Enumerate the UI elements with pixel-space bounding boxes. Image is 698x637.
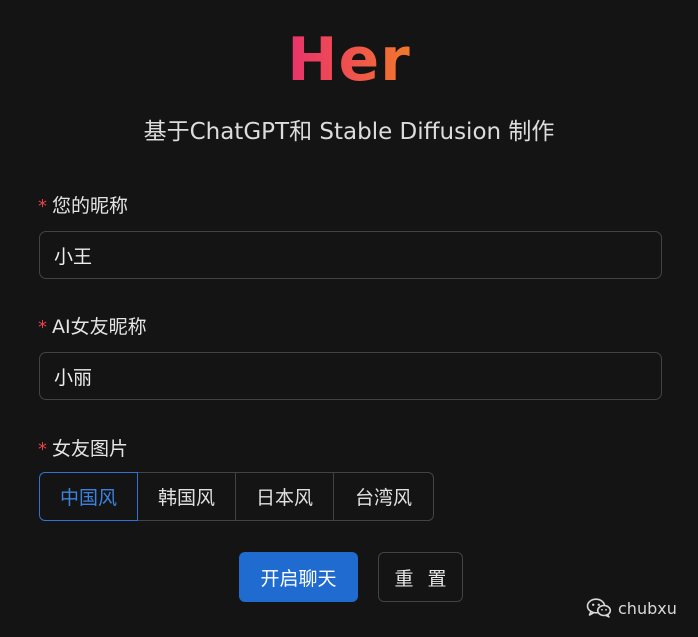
ai-nickname-input-value: 小丽 — [54, 366, 93, 389]
nickname-label: * 您的昵称 — [38, 193, 128, 220]
page-subtitle: 基于ChatGPT和 Stable Diffusion 制作 — [143, 119, 555, 145]
nickname-input-value: 小王 — [54, 245, 93, 268]
reset-button[interactable]: 重 置 — [378, 552, 463, 602]
app-title: Her — [0, 24, 698, 96]
style-option-taiwanese[interactable]: 台湾风 — [334, 472, 434, 521]
ai-nickname-label-text: AI女友昵称 — [52, 316, 147, 338]
ai-nickname-label: * AI女友昵称 — [38, 314, 147, 341]
girlfriend-image-label: * 女友图片 — [38, 436, 128, 463]
app-title-text: Her — [287, 25, 411, 95]
girlfriend-style-selector: 中国风 韩国风 日本风 台湾风 — [39, 472, 434, 521]
required-mark: * — [38, 317, 47, 338]
wechat-icon — [586, 598, 612, 618]
style-option-chinese[interactable]: 中国风 — [39, 472, 138, 521]
girlfriend-image-label-text: 女友图片 — [52, 438, 129, 460]
nickname-input[interactable]: 小王 — [39, 231, 662, 279]
start-chat-button[interactable]: 开启聊天 — [239, 552, 358, 602]
style-option-japanese[interactable]: 日本风 — [236, 472, 334, 521]
ai-nickname-input[interactable]: 小丽 — [39, 352, 662, 400]
watermark-text: chubxu — [618, 598, 677, 618]
style-option-korean[interactable]: 韩国风 — [138, 472, 236, 521]
nickname-label-text: 您的昵称 — [52, 195, 129, 217]
required-mark: * — [38, 196, 47, 217]
watermark: chubxu — [586, 597, 677, 619]
required-mark: * — [38, 439, 47, 460]
